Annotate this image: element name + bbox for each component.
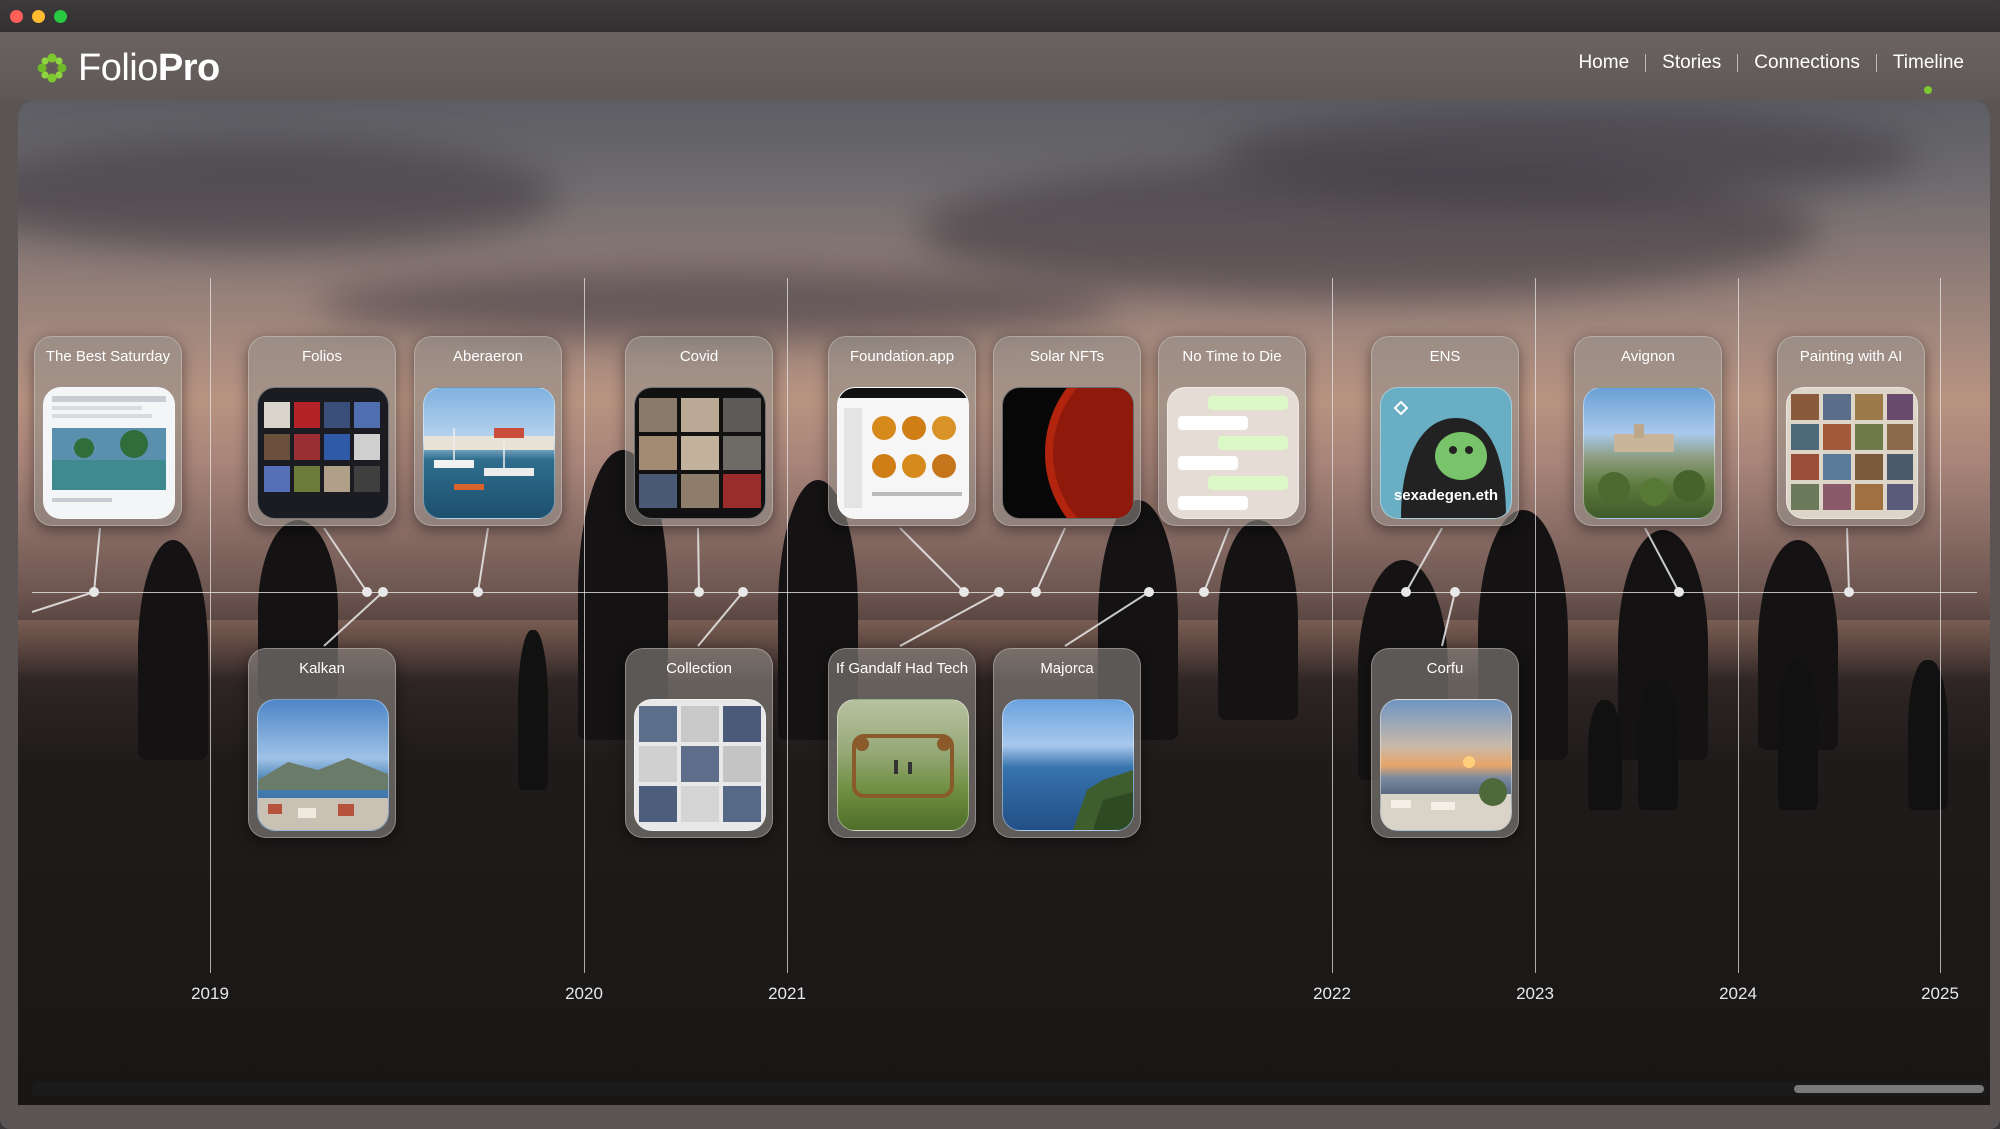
story-card-the-best-saturday[interactable]: The Best Saturday: [34, 336, 182, 526]
card-thumbnail: [257, 699, 389, 831]
scrollbar-thumb[interactable]: [1794, 1085, 1984, 1093]
card-thumbnail: [837, 387, 969, 519]
minimize-window-button[interactable]: [32, 10, 45, 23]
flower-logo-icon: [37, 53, 67, 83]
nav-stories[interactable]: Stories: [1658, 52, 1725, 74]
card-title: No Time to Die: [1182, 348, 1282, 365]
story-card-aberaeron[interactable]: Aberaeron: [414, 336, 562, 526]
card-title: If Gandalf Had Tech: [835, 660, 969, 677]
story-card-corfu[interactable]: Corfu: [1371, 648, 1519, 838]
active-indicator-dot: [1924, 86, 1933, 94]
story-card-folios[interactable]: Folios: [248, 336, 396, 526]
nav-divider: [1875, 54, 1877, 72]
story-card-majorca[interactable]: Majorca: [993, 648, 1141, 838]
card-title: Kalkan: [299, 660, 345, 677]
card-thumbnail: [1002, 387, 1134, 519]
nav-home[interactable]: Home: [1574, 52, 1633, 74]
story-card-kalkan[interactable]: Kalkan: [248, 648, 396, 838]
story-card-ens[interactable]: ENS sexadegen.eth: [1371, 336, 1519, 526]
nav-connections[interactable]: Connections: [1750, 52, 1864, 74]
card-thumbnail: [634, 699, 766, 831]
card-thumbnail: [43, 387, 175, 519]
card-thumbnail: sexadegen.eth: [1380, 387, 1512, 519]
card-title: The Best Saturday: [45, 348, 171, 365]
story-card-collection[interactable]: Collection: [625, 648, 773, 838]
nav-divider: [1737, 54, 1739, 72]
story-card-foundation-app[interactable]: Foundation.app: [828, 336, 976, 526]
brand-name-light: Folio: [78, 46, 158, 89]
horizontal-scrollbar[interactable]: [32, 1082, 1988, 1096]
card-title: Foundation.app: [849, 348, 955, 365]
card-title: Painting with AI: [1799, 348, 1903, 365]
card-title: Solar NFTs: [1029, 348, 1105, 365]
story-card-covid[interactable]: Covid: [625, 336, 773, 526]
brand-name-bold: Pro: [157, 46, 220, 89]
card-thumbnail: [634, 387, 766, 519]
card-title: ENS: [1429, 348, 1461, 365]
app-header: FolioPro Home Stories Connections Timeli…: [0, 32, 2000, 100]
card-thumbnail: [257, 387, 389, 519]
card-title: Corfu: [1426, 660, 1464, 677]
card-thumbnail: [423, 387, 555, 519]
main-nav: Home Stories Connections Timeline: [1574, 52, 1968, 94]
brand-logo[interactable]: FolioPro: [36, 47, 220, 90]
card-thumbnail: [1583, 387, 1715, 519]
nav-timeline[interactable]: Timeline: [1889, 52, 1968, 94]
nav-divider: [1645, 54, 1647, 72]
ens-name-caption: sexadegen.eth: [1393, 487, 1499, 504]
nav-timeline-label: Timeline: [1892, 52, 1964, 73]
card-title: Folios: [301, 348, 342, 365]
brand-name: FolioPro: [78, 47, 220, 90]
card-title: Covid: [679, 348, 719, 365]
card-thumbnail: [1167, 387, 1299, 519]
story-card-avignon[interactable]: Avignon: [1574, 336, 1722, 526]
timeline-connectors: [31, 527, 1854, 647]
card-title: Collection: [666, 660, 732, 677]
zoom-window-button[interactable]: [54, 10, 67, 23]
window-titlebar: [0, 0, 2000, 33]
timeline-stage[interactable]: 2019 2020 2021 2022 2023 2024 2025 The B…: [18, 100, 1990, 1105]
card-title: Aberaeron: [452, 348, 524, 365]
story-card-solar-nfts[interactable]: Solar NFTs: [993, 336, 1141, 526]
card-title: Majorca: [1040, 660, 1094, 677]
card-title: Avignon: [1621, 348, 1675, 365]
close-window-button[interactable]: [10, 10, 23, 23]
story-card-no-time-to-die[interactable]: No Time to Die: [1158, 336, 1306, 526]
card-thumbnail: [1002, 699, 1134, 831]
card-thumbnail: [1786, 387, 1918, 519]
story-card-painting-with-ai[interactable]: Painting with AI: [1777, 336, 1925, 526]
card-thumbnail: [1380, 699, 1512, 831]
app-window: FolioPro Home Stories Connections Timeli…: [0, 0, 2000, 1129]
card-thumbnail: [837, 699, 969, 831]
story-card-if-gandalf-had-tech[interactable]: If Gandalf Had Tech: [828, 648, 976, 838]
